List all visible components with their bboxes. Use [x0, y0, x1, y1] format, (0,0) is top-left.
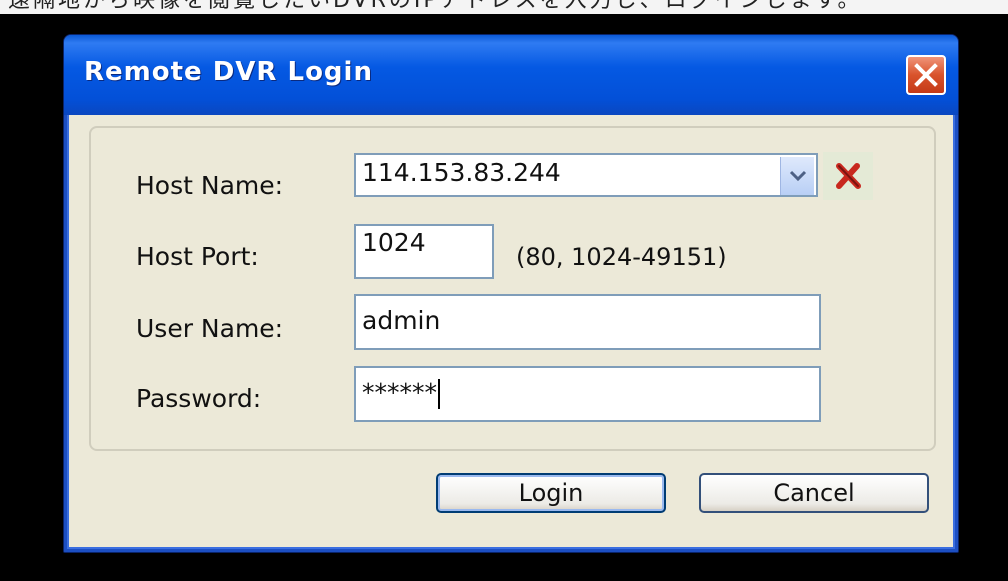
host-name-dropdown-button[interactable] — [780, 157, 814, 195]
host-port-label: Host Port: — [136, 242, 259, 271]
user-name-label: User Name: — [136, 314, 284, 343]
cancel-button[interactable]: Cancel — [699, 473, 929, 513]
host-port-input[interactable]: 1024 — [354, 224, 494, 279]
close-icon — [914, 63, 938, 87]
background-text-strip: 遠隔地から映像を閲覧したいDVRのIPアドレスを入力し、ログインします。 — [0, 0, 1008, 14]
close-button[interactable] — [906, 55, 946, 95]
dialog-title: Remote DVR Login — [84, 57, 373, 87]
user-name-value: admin — [362, 306, 441, 335]
password-input[interactable]: ****** — [354, 366, 821, 422]
remote-dvr-login-dialog: Remote DVR Login Host Name: 114.153.83.2… — [63, 34, 959, 553]
password-value: ****** — [362, 378, 437, 407]
title-bar[interactable]: Remote DVR Login — [64, 35, 958, 115]
background-text: 遠隔地から映像を閲覧したいDVRのIPアドレスを入力し、ログインします。 — [8, 0, 863, 13]
host-port-value: 1024 — [362, 228, 426, 257]
user-name-input[interactable]: admin — [354, 294, 821, 350]
host-name-combobox[interactable]: 114.153.83.244 — [354, 153, 818, 197]
host-name-label: Host Name: — [136, 171, 284, 200]
text-caret — [438, 379, 440, 409]
delete-x-icon — [836, 163, 861, 189]
chevron-down-icon — [789, 170, 806, 182]
host-port-range-hint: (80, 1024-49151) — [516, 243, 727, 271]
password-label: Password: — [136, 384, 262, 413]
host-name-value: 114.153.83.244 — [362, 158, 561, 187]
clear-host-button[interactable] — [823, 152, 873, 200]
login-button[interactable]: Login — [436, 473, 666, 513]
